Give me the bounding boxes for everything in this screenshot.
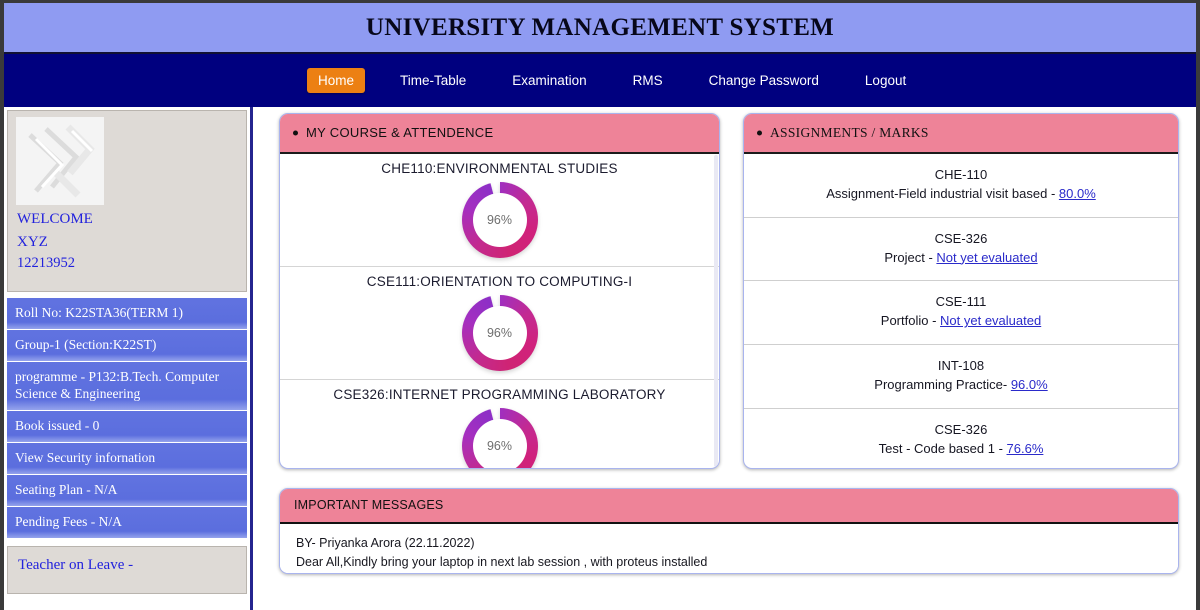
message-author-line: BY- Priyanka Arora (22.11.2022) xyxy=(296,534,1166,553)
main-navigation: Home Time-Table Examination RMS Change P… xyxy=(4,54,1196,107)
profile-id: 12213952 xyxy=(17,256,238,272)
teacher-on-leave-card: Teacher on Leave - xyxy=(7,546,247,594)
nav-item-rms[interactable]: RMS xyxy=(622,68,674,94)
sidebar-item-book-issued[interactable]: Book issued - 0 xyxy=(7,411,247,443)
assignment-description: Programming Practice- 96.0% xyxy=(754,376,1168,395)
assignment-description: Portfolio - Not yet evaluated xyxy=(754,312,1168,331)
attendance-donut-wrap: 96% xyxy=(280,180,719,258)
main-content: MY COURSE & ATTENDENCE CHE110:ENVIRONMEN… xyxy=(253,107,1196,610)
profile-welcome: WELCOME xyxy=(17,211,238,228)
course-title: CSE326:INTERNET PROGRAMMING LABORATORY xyxy=(280,387,719,402)
sidebar-item-roll-no[interactable]: Roll No: K22STA36(TERM 1) xyxy=(7,298,247,330)
nav-item-examination[interactable]: Examination xyxy=(501,68,597,94)
assignment-course-code: CSE-326 xyxy=(754,421,1168,440)
course-item[interactable]: CSE326:INTERNET PROGRAMMING LABORATORY 9… xyxy=(280,380,719,468)
assignments-panel-header: ASSIGNMENTS / MARKS xyxy=(744,114,1178,154)
course-item[interactable]: CHE110:ENVIRONMENTAL STUDIES 96% xyxy=(280,154,719,267)
course-title: CSE111:ORIENTATION TO COMPUTING-I xyxy=(280,274,719,289)
courses-scrollbar[interactable] xyxy=(714,155,718,467)
courses-panel-title: MY COURSE & ATTENDENCE xyxy=(306,125,493,140)
my-course-attendance-panel: MY COURSE & ATTENDENCE CHE110:ENVIRONMEN… xyxy=(279,113,720,469)
app-header-banner: UNIVERSITY MANAGEMENT SYSTEM xyxy=(4,3,1196,54)
assignment-description: Test - Code based 1 - 76.6% xyxy=(754,440,1168,459)
assignment-row[interactable]: CSE-326 Project - Not yet evaluated xyxy=(744,218,1178,282)
attendance-donut-chart: 96% xyxy=(462,295,538,371)
assignments-panel-title: ASSIGNMENTS / MARKS xyxy=(770,125,929,140)
page-title: UNIVERSITY MANAGEMENT SYSTEM xyxy=(366,14,834,42)
course-item[interactable]: CSE111:ORIENTATION TO COMPUTING-I 96% xyxy=(280,267,719,380)
profile-card: WELCOME XYZ 12213952 xyxy=(7,110,247,292)
sidebar: WELCOME XYZ 12213952 Roll No: K22STA36(T… xyxy=(4,107,253,610)
page-body: WELCOME XYZ 12213952 Roll No: K22STA36(T… xyxy=(4,107,1196,610)
messages-panel-title: IMPORTANT MESSAGES xyxy=(294,498,443,512)
application-window: UNIVERSITY MANAGEMENT SYSTEM Home Time-T… xyxy=(0,0,1200,610)
attendance-value: 96% xyxy=(462,295,538,371)
sidebar-item-seating-plan[interactable]: Seating Plan - N/A xyxy=(7,475,247,507)
assignment-row[interactable]: CSE-326 Test - Code based 1 - 76.6% xyxy=(744,409,1178,468)
assignment-result-link[interactable]: 80.0% xyxy=(1059,186,1096,201)
sidebar-item-pending-fees[interactable]: Pending Fees - N/A xyxy=(7,507,247,539)
top-panels-row: MY COURSE & ATTENDENCE CHE110:ENVIRONMEN… xyxy=(279,113,1179,469)
assignment-desc-text: Test - Code based 1 - xyxy=(879,441,1007,456)
assignment-course-code: CHE-110 xyxy=(754,166,1168,185)
attendance-donut-chart: 96% xyxy=(462,408,538,468)
sidebar-item-group-section[interactable]: Group-1 (Section:K22ST) xyxy=(7,330,247,362)
messages-panel-header: IMPORTANT MESSAGES xyxy=(280,489,1178,524)
nav-item-time-table[interactable]: Time-Table xyxy=(389,68,477,94)
assignments-marks-panel: ASSIGNMENTS / MARKS CHE-110 Assignment-F… xyxy=(743,113,1179,469)
assignment-course-code: CSE-326 xyxy=(754,230,1168,249)
nav-item-home[interactable]: Home xyxy=(307,68,365,94)
profile-placeholder-image xyxy=(16,117,104,205)
assignment-description: Project - Not yet evaluated xyxy=(754,249,1168,268)
messages-panel-body: BY- Priyanka Arora (22.11.2022) Dear All… xyxy=(280,524,1178,574)
assignment-result-link[interactable]: Not yet evaluated xyxy=(936,250,1037,265)
assignment-desc-text: Project - xyxy=(884,250,936,265)
bullet-icon xyxy=(757,131,762,136)
bullet-icon xyxy=(293,131,298,136)
message-body-line: Dear All,Kindly bring your laptop in nex… xyxy=(296,553,1166,572)
nav-item-logout[interactable]: Logout xyxy=(854,68,917,94)
course-title: CHE110:ENVIRONMENTAL STUDIES xyxy=(280,161,719,176)
sidebar-item-programme[interactable]: programme - P132:B.Tech. Computer Scienc… xyxy=(7,362,247,412)
attendance-value: 96% xyxy=(462,408,538,468)
courses-panel-header: MY COURSE & ATTENDENCE xyxy=(280,114,719,154)
assignment-row[interactable]: INT-108 Programming Practice- 96.0% xyxy=(744,345,1178,409)
assignment-row[interactable]: CSE-111 Portfolio - Not yet evaluated xyxy=(744,281,1178,345)
assignment-result-link[interactable]: 96.0% xyxy=(1011,377,1048,392)
nav-item-change-password[interactable]: Change Password xyxy=(698,68,830,94)
assignment-desc-text: Programming Practice- xyxy=(874,377,1011,392)
assignment-course-code: CSE-111 xyxy=(754,293,1168,312)
attendance-donut-wrap: 96% xyxy=(280,406,719,468)
assignment-desc-text: Portfolio - xyxy=(881,313,940,328)
assignment-result-link[interactable]: 76.6% xyxy=(1007,441,1044,456)
attendance-value: 96% xyxy=(462,182,538,258)
important-messages-panel: IMPORTANT MESSAGES BY- Priyanka Arora (2… xyxy=(279,488,1179,574)
assignment-row[interactable]: CHE-110 Assignment-Field industrial visi… xyxy=(744,154,1178,218)
assignment-description: Assignment-Field industrial visit based … xyxy=(754,185,1168,204)
assignment-desc-text: Assignment-Field industrial visit based … xyxy=(826,186,1059,201)
sidebar-item-view-security-information[interactable]: View Security infornation xyxy=(7,443,247,475)
assignments-panel-body[interactable]: CHE-110 Assignment-Field industrial visi… xyxy=(744,154,1178,468)
teacher-on-leave-title: Teacher on Leave - xyxy=(18,557,236,574)
attendance-donut-chart: 96% xyxy=(462,182,538,258)
assignment-course-code: INT-108 xyxy=(754,357,1168,376)
assignment-result-link[interactable]: Not yet evaluated xyxy=(940,313,1041,328)
attendance-donut-wrap: 96% xyxy=(280,293,719,371)
courses-panel-body[interactable]: CHE110:ENVIRONMENTAL STUDIES 96% CSE111:… xyxy=(280,154,719,468)
profile-name: XYZ xyxy=(17,234,238,251)
